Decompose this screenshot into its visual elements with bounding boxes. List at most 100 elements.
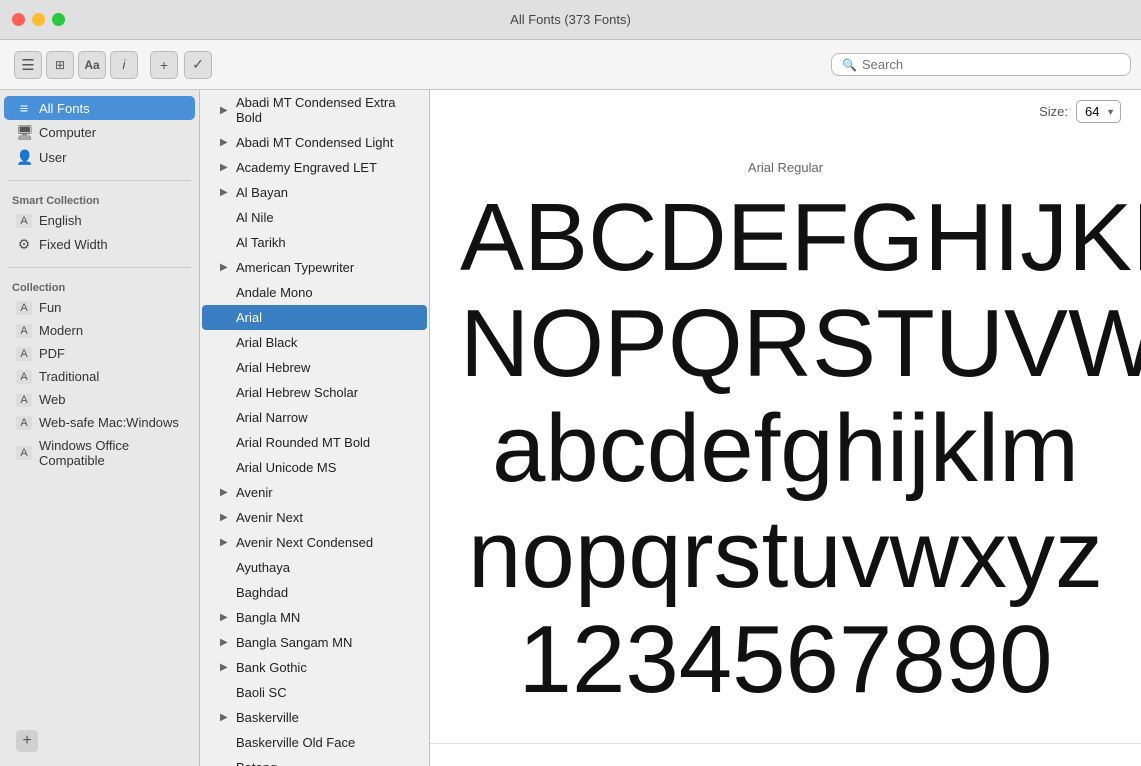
font-list-item-label: Bangla Sangam MN [236,635,352,650]
font-list-item[interactable]: ▶Baskerville [202,705,427,730]
sidebar-item-web-safe[interactable]: A Web-safe Mac:Windows [4,411,195,434]
font-list-item[interactable]: Arial Hebrew Scholar [202,380,427,405]
sidebar-item-modern[interactable]: A Modern [4,319,195,342]
preview-line-1: ABCDEFGHIJKLM [460,185,1111,291]
smart-collection-header: Smart Collection [0,191,199,209]
font-list-item[interactable]: Ayuthaya [202,555,427,580]
font-list-item-label: Arial [236,310,262,325]
text-preview-button[interactable]: Aa [78,51,106,79]
size-selector-wrapper: 64 9 10 12 14 18 24 36 48 64 72 96 [1076,100,1121,123]
font-list-item-label: Baskerville [236,710,299,725]
sidebar-item-computer[interactable]: 🖥 Computer [4,120,195,145]
font-list-item[interactable]: ▶Abadi MT Condensed Light [202,130,427,155]
font-list-item[interactable]: ▶ Avenir [202,480,427,505]
add-collection-button[interactable]: + [16,730,38,752]
sidebar-item-traditional[interactable]: A Traditional [4,365,195,388]
font-list-item[interactable]: ▶ Academy Engraved LET [202,155,427,180]
font-list[interactable]: ▶Abadi MT Condensed Extra Bold▶Abadi MT … [200,90,430,766]
sidebar-item-web[interactable]: A Web [4,388,195,411]
sidebar-item-label: Web-safe Mac:Windows [39,415,179,430]
font-list-item[interactable]: Batang [202,755,427,766]
expand-arrow-icon: ▶ [220,612,232,623]
font-list-item-label: Avenir Next [236,510,303,525]
font-list-item-label: Arial Black [236,335,297,350]
minimize-button[interactable] [32,13,45,26]
font-list-item[interactable]: Arial Hebrew [202,355,427,380]
titlebar: All Fonts (373 Fonts) [0,0,1141,40]
font-list-item[interactable]: Al Nile [202,205,427,230]
font-list-item[interactable]: ▶Avenir Next Condensed [202,530,427,555]
font-list-item[interactable]: ▶Abadi MT Condensed Extra Bold [202,90,427,130]
sidebar-divider-1 [8,180,191,181]
window-title: All Fonts (373 Fonts) [510,12,631,27]
font-list-item-label: Avenir Next Condensed [236,535,373,550]
user-icon: 👤 [16,149,32,166]
pdf-icon: A [16,347,32,361]
font-list-item[interactable]: ▶Bank Gothic [202,655,427,680]
sidebar-item-fixed-width[interactable]: ⚙ Fixed Width [4,232,195,257]
font-list-item[interactable]: Arial Narrow [202,405,427,430]
size-label: Size: [1039,104,1068,119]
preview-line-4: nopqrstuvwxyz [460,502,1111,608]
preview-scroll-content: Arial Regular ABCDEFGHIJKLM NOPQRSTUVWXY… [430,90,1141,766]
windows-office-icon: A [16,446,32,460]
expand-arrow-icon: ▶ [220,162,232,173]
sidebar-toggle-button[interactable]: ☰ [14,51,42,79]
font-list-item[interactable]: Baoli SC [202,680,427,705]
font-list-item[interactable]: ▶Avenir Next [202,505,427,530]
size-selector[interactable]: 64 9 10 12 14 18 24 36 48 64 72 96 [1076,100,1121,123]
font-list-item[interactable]: Arial Rounded MT Bold [202,430,427,455]
font-list-item[interactable]: Arial Unicode MS [202,455,427,480]
add-font-button[interactable]: + [150,51,178,79]
preview-area[interactable]: Size: 64 9 10 12 14 18 24 36 48 64 72 96 [430,90,1141,766]
sidebar-divider-2 [8,267,191,268]
info-button[interactable]: i [110,51,138,79]
sidebar-item-user[interactable]: 👤 User [4,145,195,170]
expand-arrow-icon: ▶ [220,487,232,498]
sidebar-item-windows-office[interactable]: A Windows Office Compatible [4,434,195,472]
font-list-item[interactable]: ▶ Bangla MN [202,605,427,630]
sidebar-item-label: Modern [39,323,83,338]
font-list-item-label: Batang [236,760,277,766]
font-list-item-label: Academy Engraved LET [236,160,377,175]
font-list-item-label: Ayuthaya [236,560,290,575]
computer-icon: 🖥 [16,124,32,141]
font-list-item-label: Arial Hebrew Scholar [236,385,358,400]
font-list-item[interactable]: Baskerville Old Face [202,730,427,755]
preview-line-3: abcdefghijklm [460,396,1111,502]
close-button[interactable] [12,13,25,26]
sidebar-item-pdf[interactable]: A PDF [4,342,195,365]
font-list-item[interactable]: ▶ Bangla Sangam MN [202,630,427,655]
search-input[interactable] [862,57,1120,72]
sidebar-item-label: English [39,213,82,228]
font-list-item[interactable]: Baghdad [202,580,427,605]
sidebar-item-fun[interactable]: A Fun [4,296,195,319]
font-list-item[interactable]: ▶American Typewriter [202,255,427,280]
font-list-item[interactable]: Arial [202,305,427,330]
font-list-item[interactable]: Arial Black [202,330,427,355]
sidebar-top-section: ≡ All Fonts 🖥 Computer 👤 User [0,90,199,176]
sidebar-collections: Collection A Fun A Modern A PDF A Tradit… [0,272,199,478]
sidebar-item-english[interactable]: A English [4,209,195,232]
sidebar-item-all-fonts[interactable]: ≡ All Fonts [4,96,195,120]
search-icon: 🔍 [842,58,857,72]
main-layout: ≡ All Fonts 🖥 Computer 👤 User Smart Coll… [0,90,1141,766]
verify-button[interactable]: ✓ [184,51,212,79]
preview-line-2: NOPQRSTUVWXYZ [460,291,1111,397]
maximize-button[interactable] [52,13,65,26]
sidebar-item-label: User [39,150,66,165]
font-list-item[interactable]: Al Tarikh [202,230,427,255]
sidebar-item-label: Computer [39,125,96,140]
font-list-item[interactable]: Andale Mono [202,280,427,305]
fun-icon: A [16,301,32,315]
font-list-item-label: Bangla MN [236,610,300,625]
font-list-item-label: Andale Mono [236,285,313,300]
font-list-item-label: Avenir [236,485,273,500]
font-list-item-label: Baskerville Old Face [236,735,355,750]
grid-view-button[interactable]: ⊞ [46,51,74,79]
web-icon: A [16,393,32,407]
expand-arrow-icon: ▶ [220,637,232,648]
sidebar-item-label: Web [39,392,66,407]
font-preview-block-2: Arial Regular ABCDEFGHIJKLM NOPQRSTUVWXY… [430,744,1141,766]
font-list-item[interactable]: ▶Al Bayan [202,180,427,205]
